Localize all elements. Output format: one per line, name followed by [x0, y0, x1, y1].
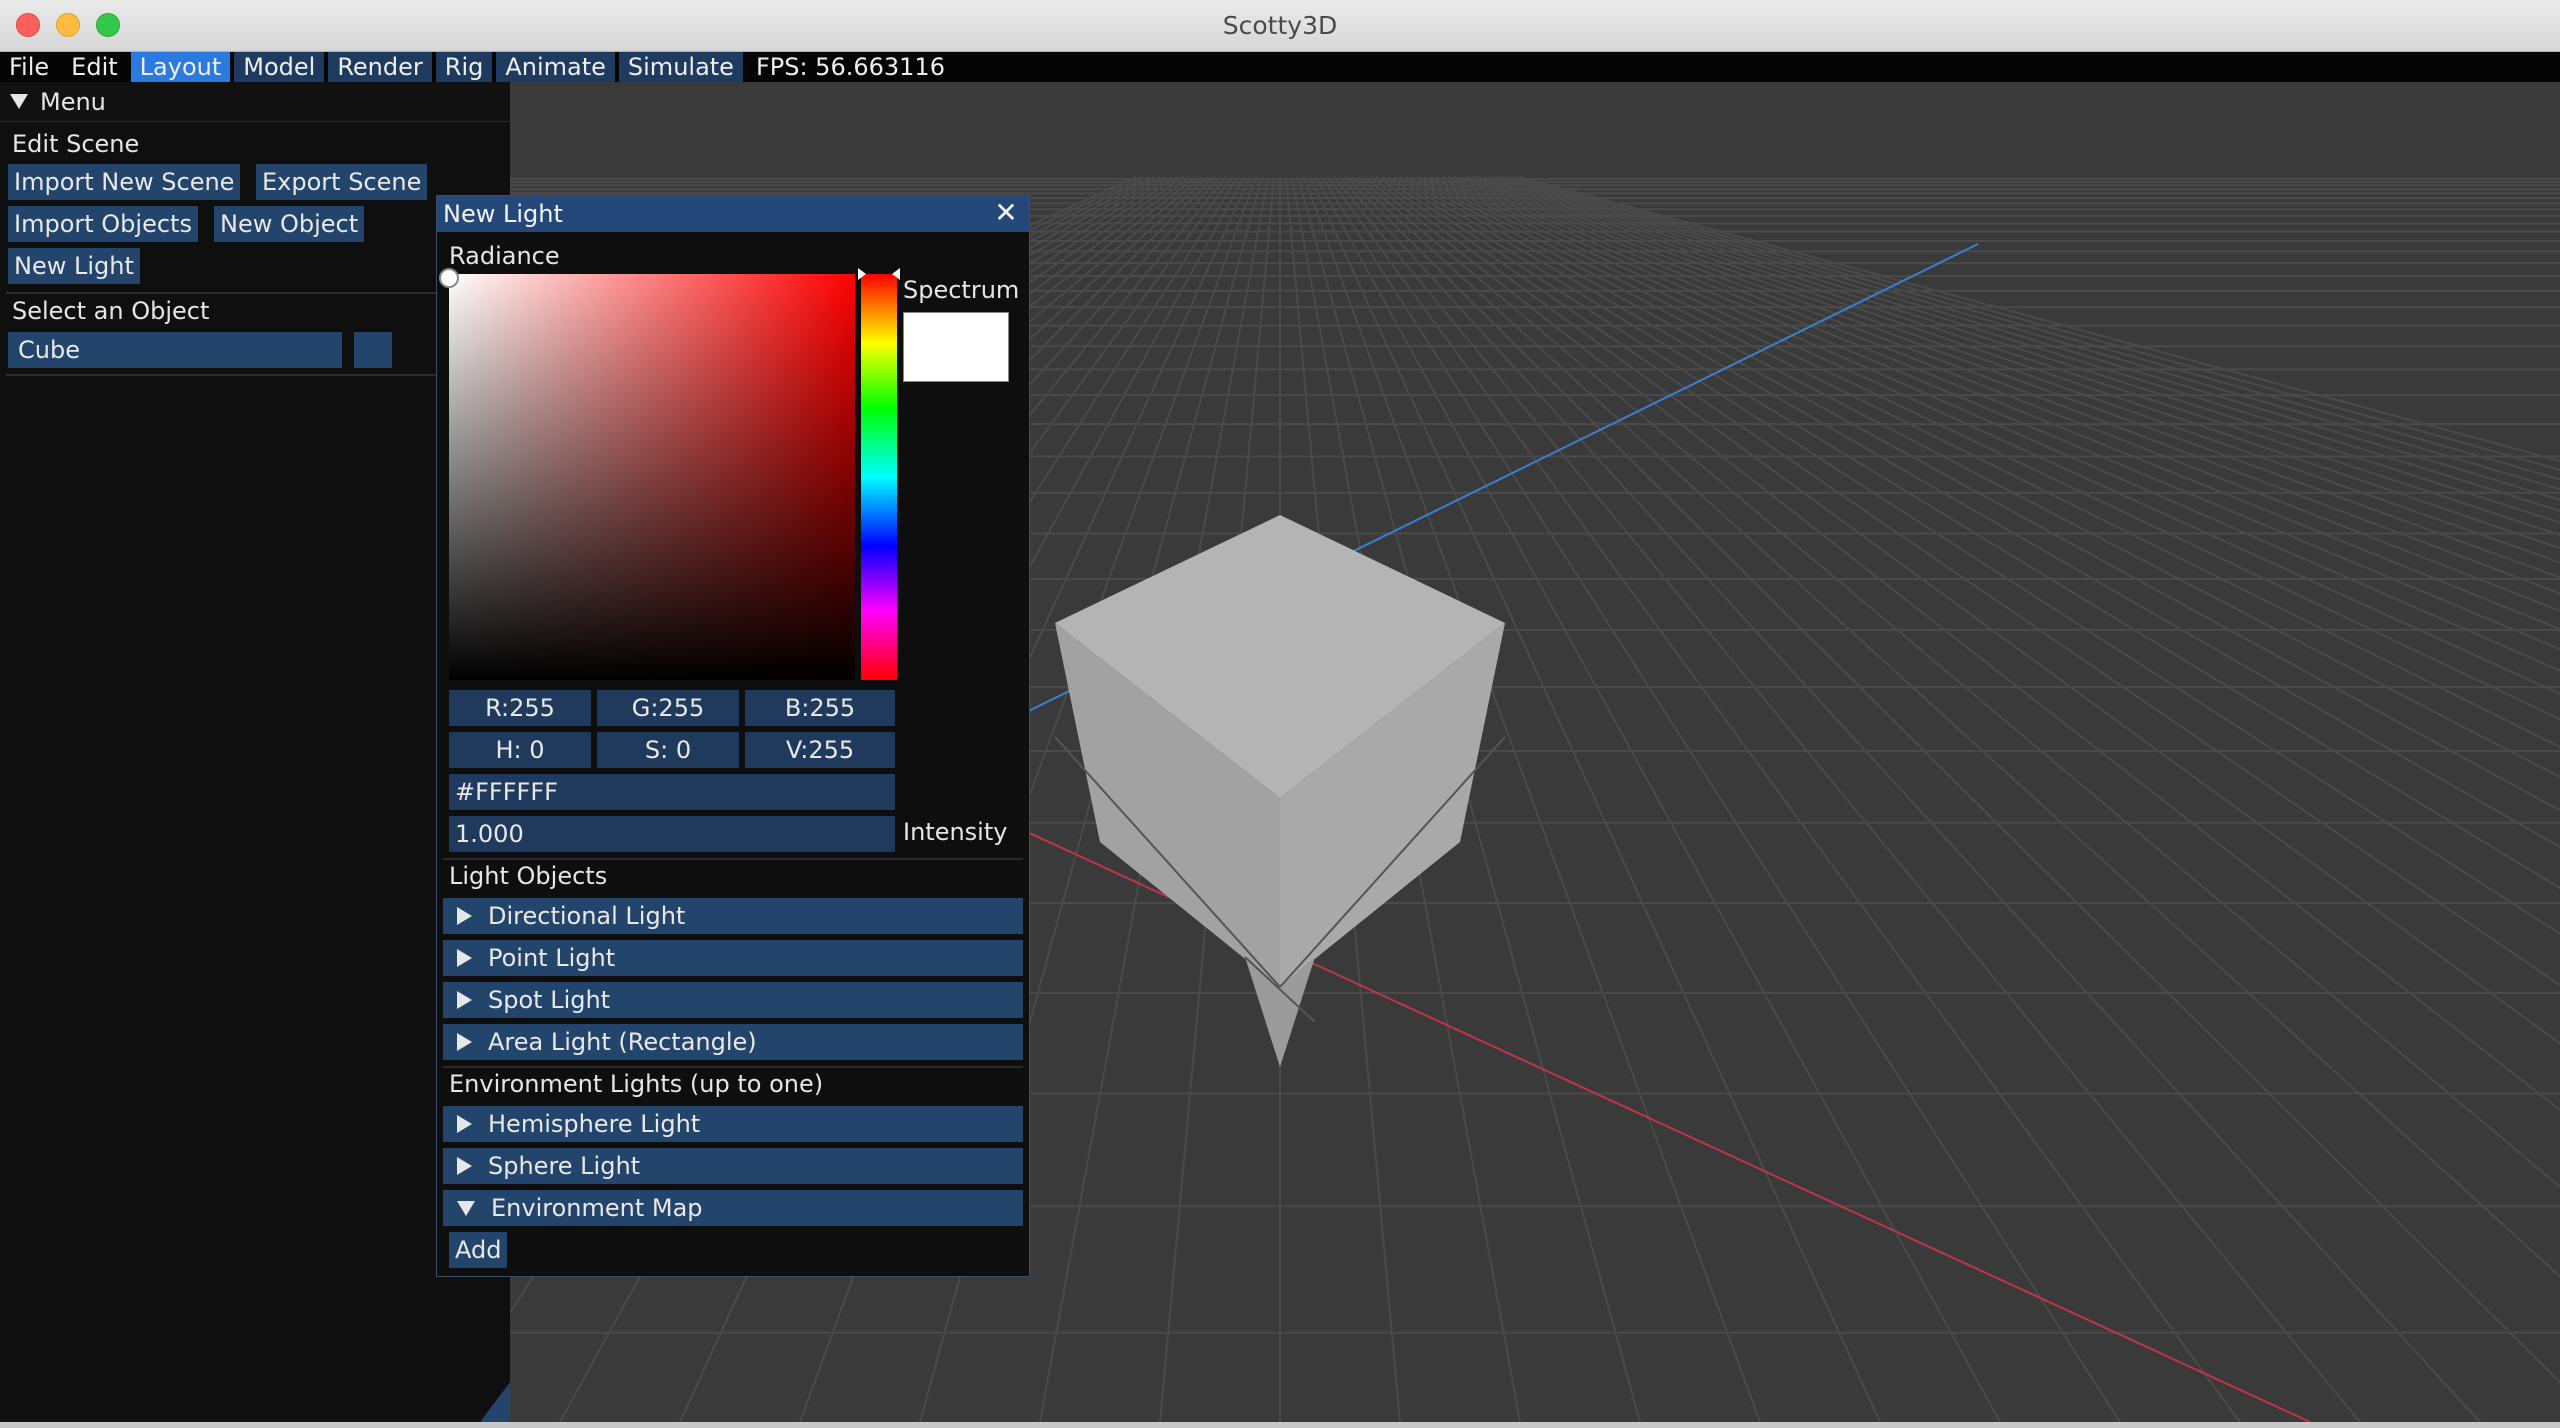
grid-line	[1357, 176, 2560, 1189]
mode-render[interactable]: Render	[328, 52, 432, 82]
mode-model[interactable]: Model	[234, 52, 325, 82]
row-label: Hemisphere Light	[488, 1110, 701, 1138]
fps-readout: FPS: 56.663116	[755, 53, 945, 81]
green-field[interactable]: G:255	[597, 690, 739, 726]
environment-map-item[interactable]: Environment Map	[443, 1190, 1023, 1226]
grid-line	[1411, 176, 2560, 748]
separator	[6, 292, 436, 294]
row-label: Environment Map	[491, 1194, 703, 1222]
sphere-light-item[interactable]: Sphere Light	[443, 1148, 1023, 1184]
collapse-arrow-icon	[10, 94, 28, 109]
expand-arrow-icon	[457, 1115, 472, 1133]
value-field[interactable]: V:255	[745, 732, 895, 768]
menu-file[interactable]: File	[0, 52, 58, 82]
expand-arrow-icon	[457, 907, 472, 925]
directional-light-item[interactable]: Directional Light	[443, 898, 1023, 934]
hue-marker-left-icon	[858, 268, 866, 280]
area-light-item[interactable]: Area Light (Rectangle)	[443, 1024, 1023, 1060]
import-new-scene-button[interactable]: Import New Scene	[8, 164, 241, 200]
grid-line	[1471, 176, 2560, 550]
grid-line	[1465, 176, 2560, 564]
edit-scene-label: Edit Scene	[12, 130, 140, 158]
main-menu-bar: File Edit Layout Model Render Rig Animat…	[0, 52, 2560, 82]
new-light-window-title: New Light	[443, 200, 563, 228]
zoom-window-button[interactable]	[96, 13, 120, 37]
panel-resize-corner[interactable]	[480, 1382, 510, 1422]
menu-header[interactable]: Menu	[0, 82, 510, 122]
row-label: Directional Light	[488, 902, 686, 930]
radiance-label: Radiance	[449, 242, 560, 270]
grid-line	[1345, 176, 2560, 1384]
window-bottom-edge	[0, 1422, 2560, 1428]
new-light-button[interactable]: New Light	[8, 248, 140, 284]
title-bar: Scotty3D	[0, 0, 2560, 52]
menu-edit[interactable]: Edit	[62, 52, 126, 82]
object-options-button[interactable]	[354, 332, 392, 368]
object-list-item-cube[interactable]: Cube	[8, 332, 342, 368]
separator	[443, 1066, 1023, 1068]
grid-line	[1339, 176, 2481, 1422]
cube-mesh[interactable]	[1054, 515, 1506, 1067]
hex-field[interactable]: #FFFFFF	[449, 774, 895, 810]
export-scene-button[interactable]: Export Scene	[256, 164, 428, 200]
hue-slider[interactable]	[861, 274, 897, 680]
row-label: Point Light	[488, 944, 616, 972]
new-light-window: New Light ✕ Radiance Spectrum R:255 G:25…	[436, 195, 1030, 1277]
saturation-field[interactable]: S: 0	[597, 732, 739, 768]
hue-field[interactable]: H: 0	[449, 732, 591, 768]
grid-line	[1453, 176, 2560, 595]
expand-arrow-icon	[457, 1033, 472, 1051]
separator	[443, 858, 1023, 860]
row-label: Spot Light	[488, 986, 611, 1014]
expand-arrow-icon	[457, 991, 472, 1009]
spectrum-label: Spectrum	[903, 276, 1020, 304]
close-window-button[interactable]	[16, 13, 40, 37]
red-field[interactable]: R:255	[449, 690, 591, 726]
new-object-button[interactable]: New Object	[214, 206, 365, 242]
expand-arrow-icon	[457, 1157, 472, 1175]
import-objects-button[interactable]: Import Objects	[8, 206, 198, 242]
light-objects-label: Light Objects	[449, 862, 608, 890]
hue-marker-right-icon	[892, 268, 900, 280]
grid-line	[1501, 176, 2560, 491]
grid-line	[1495, 176, 2560, 501]
grid-line	[1399, 176, 2560, 812]
grid-line	[1363, 176, 2560, 1112]
mode-rig[interactable]: Rig	[435, 52, 493, 82]
environment-lights-label: Environment Lights (up to one)	[449, 1070, 824, 1098]
close-icon[interactable]: ✕	[991, 198, 1021, 228]
grid-line	[1447, 176, 2560, 612]
grid-line	[1375, 176, 2560, 987]
saturation-value-picker[interactable]	[449, 274, 855, 680]
grid-line	[1393, 176, 2560, 849]
spot-light-item[interactable]: Spot Light	[443, 982, 1023, 1018]
window-title: Scotty3D	[1222, 11, 1338, 40]
hemisphere-light-item[interactable]: Hemisphere Light	[443, 1106, 1023, 1142]
grid-line	[1507, 176, 2560, 481]
expand-arrow-icon	[457, 949, 472, 967]
left-menu-panel: Menu Edit Scene Import New Scene Export …	[0, 82, 510, 1422]
add-button[interactable]: Add	[449, 1232, 508, 1268]
grid-line	[1369, 176, 2560, 1045]
intensity-field[interactable]: 1.000	[449, 816, 895, 852]
separator	[6, 374, 436, 376]
mode-simulate[interactable]: Simulate	[618, 52, 743, 82]
collapse-arrow-icon	[457, 1200, 475, 1216]
point-light-item[interactable]: Point Light	[443, 940, 1023, 976]
spectrum-swatch[interactable]	[903, 312, 1009, 382]
menu-header-label: Menu	[40, 87, 106, 116]
color-picker-cursor[interactable]	[439, 268, 459, 288]
row-label: Area Light (Rectangle)	[488, 1028, 757, 1056]
minimize-window-button[interactable]	[56, 13, 80, 37]
row-label: Sphere Light	[488, 1152, 641, 1180]
mode-animate[interactable]: Animate	[496, 52, 615, 82]
intensity-label: Intensity	[903, 818, 1008, 846]
select-object-label: Select an Object	[12, 297, 210, 325]
blue-field[interactable]: B:255	[745, 690, 895, 726]
mode-layout[interactable]: Layout	[130, 52, 231, 82]
new-light-window-titlebar[interactable]: New Light ✕	[437, 196, 1029, 232]
